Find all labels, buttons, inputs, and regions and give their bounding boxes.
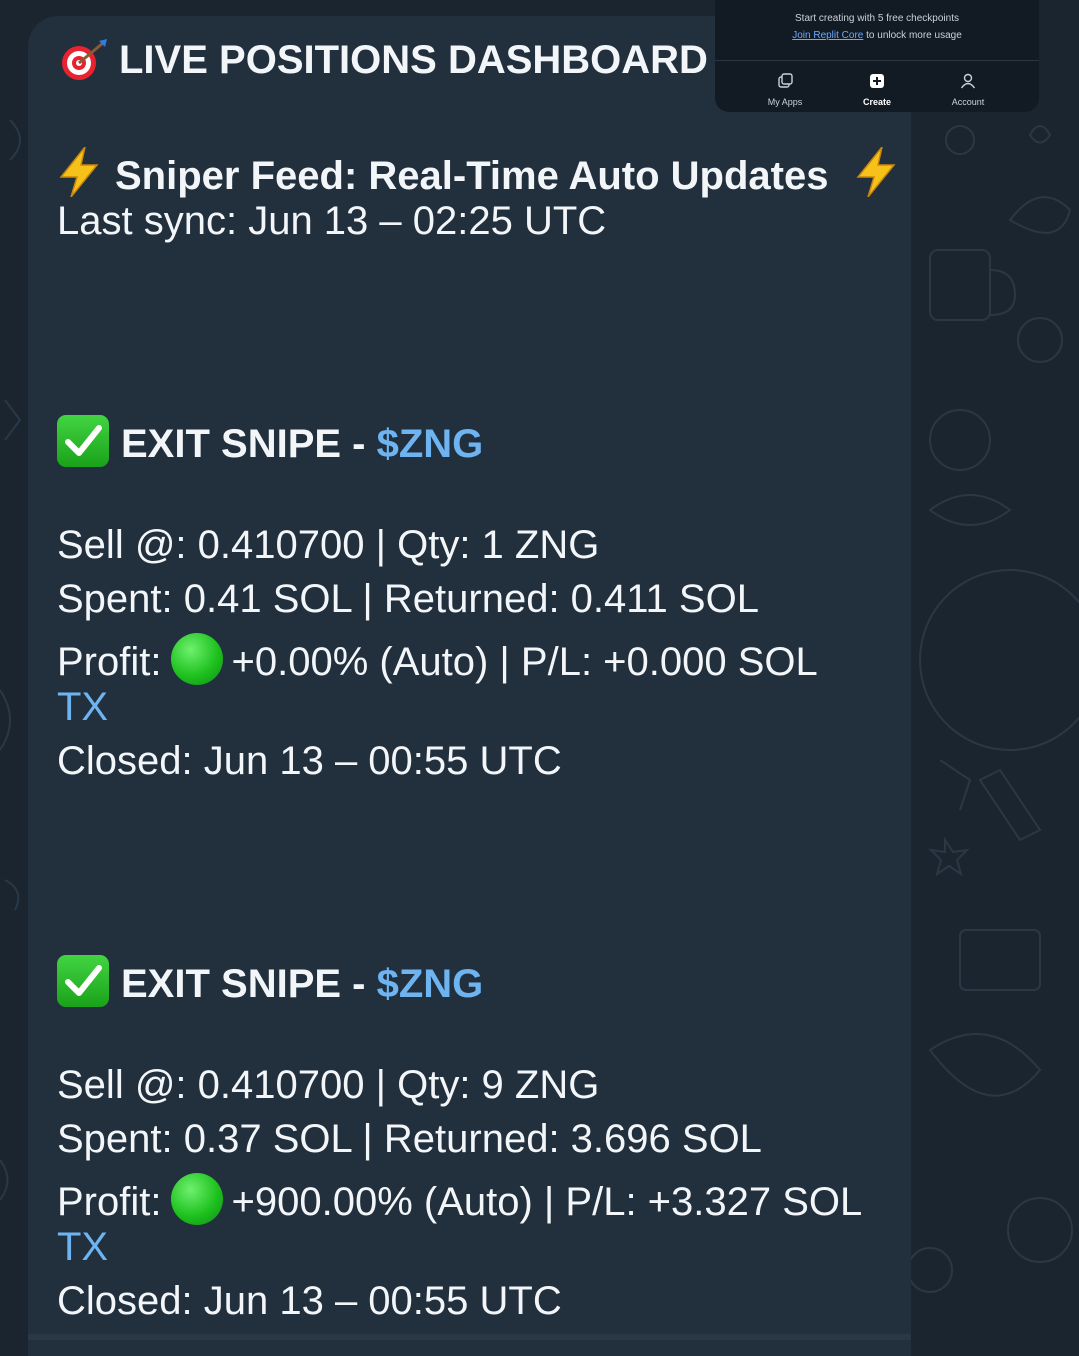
trade-profit-line: Profit: +900.00% (Auto) | P/L: +3.327 SOL xyxy=(57,1173,862,1225)
trade-heading: EXIT SNIPE - $ZNG xyxy=(57,415,483,467)
dashboard-title: LIVE POSITIONS DASHBOARD xyxy=(57,37,708,88)
last-sync-text: Last sync: Jun 13 – 02:25 UTC xyxy=(57,199,607,243)
green-circle-icon xyxy=(171,1173,224,1225)
lightning-icon xyxy=(854,146,898,204)
tx-link[interactable]: TX xyxy=(57,1227,108,1267)
lightning-icon xyxy=(57,146,101,204)
promo-text: Start creating with 5 free checkpoints xyxy=(795,13,959,24)
trade-sell-line: Sell @: 0.410700 | Qty: 9 ZNG xyxy=(57,1063,600,1107)
promo-line-2: Join Replit Core to unlock more usage xyxy=(792,30,962,41)
join-core-link[interactable]: Join Replit Core xyxy=(792,30,863,41)
trade-heading: EXIT SNIPE - $ZNG xyxy=(57,955,483,1007)
replit-overlay: Start creating with 5 free checkpoints J… xyxy=(715,0,1039,112)
token-symbol-link[interactable]: $ZNG xyxy=(377,422,484,466)
green-circle-icon xyxy=(171,633,224,685)
trade-profit-line: Profit: +0.00% (Auto) | P/L: +0.000 SOL xyxy=(57,633,818,685)
check-mark-icon xyxy=(57,955,109,1007)
trade-sell-line: Sell @: 0.410700 | Qty: 1 ZNG xyxy=(57,523,600,567)
trade-closed-line: Closed: Jun 13 – 00:55 UTC xyxy=(57,1279,562,1323)
nav-create[interactable]: Create xyxy=(837,72,917,107)
trade-spent-line: Spent: 0.37 SOL | Returned: 3.696 SOL xyxy=(57,1117,762,1161)
nav-my-apps[interactable]: My Apps xyxy=(745,72,825,107)
nav-account[interactable]: Account xyxy=(928,72,1008,107)
create-plus-icon xyxy=(870,74,884,88)
my-apps-icon xyxy=(778,73,793,88)
tx-link[interactable]: TX xyxy=(57,687,108,727)
feed-title: Sniper Feed: Real-Time Auto Updates xyxy=(57,146,908,204)
target-dart-icon xyxy=(57,37,109,88)
next-message-edge xyxy=(28,1334,911,1340)
check-mark-icon xyxy=(57,415,109,467)
token-symbol-link[interactable]: $ZNG xyxy=(377,962,484,1006)
divider xyxy=(715,60,1039,61)
account-icon xyxy=(960,73,976,89)
trade-spent-line: Spent: 0.41 SOL | Returned: 0.411 SOL xyxy=(57,577,759,621)
trade-closed-line: Closed: Jun 13 – 00:55 UTC xyxy=(57,739,562,783)
